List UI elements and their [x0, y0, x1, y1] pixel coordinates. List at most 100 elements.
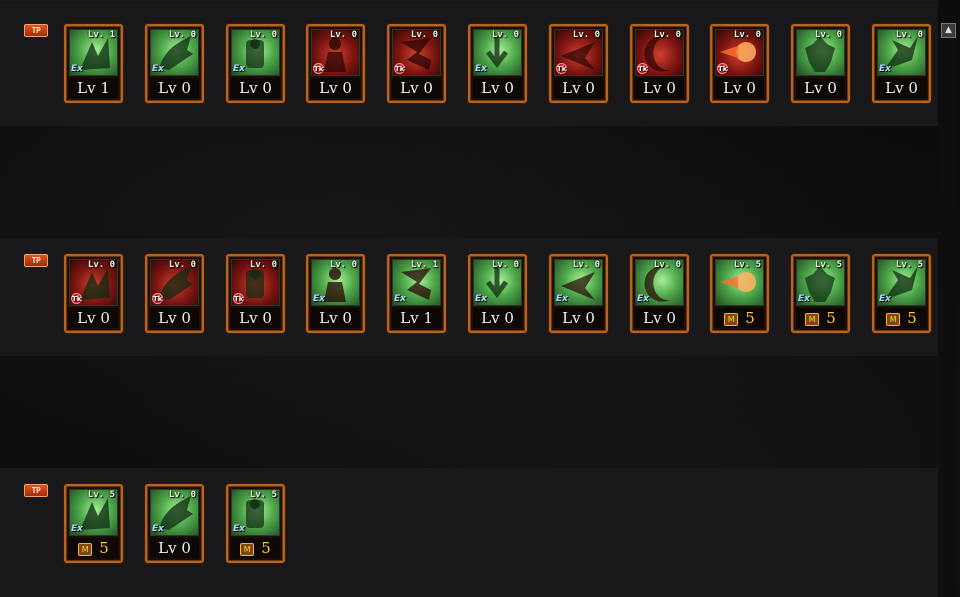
- skill-level-label: Lv 0: [473, 78, 522, 98]
- skill-level-label: Lv 0: [150, 538, 199, 558]
- skill-card[interactable]: Lv. 0 Tk Lv 0: [64, 254, 123, 333]
- skill-level-caption: Lv. 5: [733, 260, 761, 270]
- skill-card[interactable]: Lv. 0 Lv 0: [791, 24, 850, 103]
- ex-skill-burst-icon: Lv. 1 Ex: [69, 29, 118, 76]
- ex-badge-icon: Ex: [556, 294, 568, 304]
- skill-level-caption: Lv. 0: [168, 30, 196, 40]
- skill-card[interactable]: Lv. 0 Tk Lv 0: [306, 24, 365, 103]
- ex-skill-strike-icon: Lv. 0 Ex: [877, 29, 926, 76]
- skill-card[interactable]: Lv. 0 Ex Lv 0: [872, 24, 931, 103]
- skill-muscle-icon: Lv. 0: [796, 29, 845, 76]
- tk-badge-icon: Tk: [394, 63, 405, 74]
- skill-level-value: 5: [745, 309, 755, 327]
- skill-level-label: Lv 0: [554, 308, 603, 328]
- skill-level-label: Lv 0: [392, 78, 441, 98]
- skill-level-label: Lv 0: [69, 308, 118, 328]
- skill-card[interactable]: Lv. 0 Tk Lv 0: [630, 24, 689, 103]
- skill-card[interactable]: Lv. 0 Tk Lv 0: [387, 24, 446, 103]
- skill-level-caption: Lv. 0: [491, 260, 519, 270]
- ex-skill-drop-icon: Lv. 0 Ex: [473, 29, 522, 76]
- max-level-icon: M: [886, 313, 901, 326]
- skill-level-label: M5: [796, 308, 845, 328]
- skill-level-caption: Lv. 0: [87, 260, 115, 270]
- skill-card[interactable]: Lv. 0 Tk Lv 0: [710, 24, 769, 103]
- skill-level-caption: Lv. 0: [653, 30, 681, 40]
- skill-level-label: M5: [69, 538, 118, 558]
- tk-badge-icon: Tk: [233, 293, 244, 304]
- skill-level-caption: Lv. 1: [87, 30, 115, 40]
- tp-badge-row-3: TP: [24, 484, 48, 497]
- chevron-up-icon: ▲: [945, 25, 952, 35]
- skill-card[interactable]: Lv. 0 Ex Lv 0: [549, 254, 608, 333]
- skill-level-caption: Lv. 0: [249, 260, 277, 270]
- skill-level-label: Lv 0: [554, 78, 603, 98]
- skill-level-value: 5: [261, 539, 271, 557]
- skill-card[interactable]: Lv. 1 Ex Lv 1: [64, 24, 123, 103]
- skill-level-caption: Lv. 0: [572, 30, 600, 40]
- ex-badge-icon: Ex: [233, 524, 245, 534]
- skill-card[interactable]: Lv. 0 Tk Lv 0: [145, 254, 204, 333]
- skill-card[interactable]: Lv. 0 Ex Lv 0: [306, 254, 365, 333]
- ex-skill-fist-icon: Lv. 0 Ex: [150, 489, 199, 536]
- scrollbar-track[interactable]: [940, 22, 956, 597]
- skill-level-label: Lv 1: [392, 308, 441, 328]
- skill-level-label: M5: [877, 308, 926, 328]
- tp-badge-row-1: TP: [24, 24, 48, 37]
- skill-level-label: Lv 0: [150, 308, 199, 328]
- skill-level-label: Lv 0: [150, 78, 199, 98]
- ex-badge-icon: Ex: [637, 294, 649, 304]
- skill-level-caption: Lv. 0: [168, 260, 196, 270]
- skill-card[interactable]: Lv. 0 Ex Lv 0: [145, 24, 204, 103]
- skill-level-label: Lv 0: [311, 308, 360, 328]
- skill-row-3-band: [0, 468, 938, 597]
- skill-level-caption: Lv. 0: [653, 260, 681, 270]
- skill-level-caption: Lv. 5: [814, 260, 842, 270]
- skill-card[interactable]: Lv. 5 Ex M 5: [872, 254, 931, 333]
- ex-badge-icon: Ex: [879, 64, 891, 74]
- skill-card[interactable]: Lv. 5 Ex M 5: [64, 484, 123, 563]
- skill-card[interactable]: Lv. 0 Tk Lv 0: [226, 254, 285, 333]
- tk-badge-icon: Tk: [313, 63, 324, 74]
- skill-level-caption: Lv. 0: [733, 30, 761, 40]
- tk-skill-aura-icon: Lv. 0 Tk: [311, 29, 360, 76]
- ex-skill-bind-icon: Lv. 0 Ex: [554, 259, 603, 306]
- skill-card[interactable]: Lv. 0 Ex Lv 0: [145, 484, 204, 563]
- skill-card[interactable]: Lv. 0 Ex Lv 0: [630, 254, 689, 333]
- skill-card[interactable]: Lv. 0 Ex Lv 0: [468, 254, 527, 333]
- ex-badge-icon: Ex: [798, 294, 810, 304]
- skill-level-caption: Lv. 5: [895, 260, 923, 270]
- skill-level-caption: Lv. 0: [814, 30, 842, 40]
- tk-badge-icon: Tk: [71, 293, 82, 304]
- skill-level-value: 5: [826, 309, 836, 327]
- skill-level-label: Lv 0: [311, 78, 360, 98]
- skill-level-caption: Lv. 0: [895, 30, 923, 40]
- skill-card[interactable]: Lv. 1 Ex Lv 1: [387, 254, 446, 333]
- ex-skill-slash-icon: Lv. 5 Ex: [796, 259, 845, 306]
- ex-skill-spin-icon: Lv. 1 Ex: [392, 259, 441, 306]
- skill-card[interactable]: Lv. 0 Ex Lv 0: [226, 24, 285, 103]
- ex-skill-vortex-icon: Lv. 5 Ex: [877, 259, 926, 306]
- tk-skill-slide-icon: Lv. 0 Tk: [231, 259, 280, 306]
- skill-card[interactable]: Lv. 5 M5: [710, 254, 769, 333]
- max-level-icon: M: [724, 313, 739, 326]
- tk-skill-crescent-icon: Lv. 0 Tk: [635, 29, 684, 76]
- scroll-up-button[interactable]: ▲: [941, 23, 956, 38]
- skill-card[interactable]: Lv. 0 Ex Lv 0: [468, 24, 527, 103]
- skill-level-value: 5: [99, 539, 109, 557]
- skill-level-label: Lv 0: [635, 308, 684, 328]
- ex-skill-arrow-icon: Lv. 0 Ex: [311, 259, 360, 306]
- skill-level-label: Lv 0: [635, 78, 684, 98]
- skill-level-label: Lv 0: [877, 78, 926, 98]
- skill-card[interactable]: Lv. 5 Ex M 5: [226, 484, 285, 563]
- tk-badge-icon: Tk: [717, 63, 728, 74]
- ex-badge-icon: Ex: [879, 294, 891, 304]
- skill-level-caption: Lv. 0: [168, 490, 196, 500]
- skill-level-label: Lv 0: [796, 78, 845, 98]
- ex-badge-icon: Ex: [475, 294, 487, 304]
- tk-badge-icon: Tk: [556, 63, 567, 74]
- skill-card[interactable]: Lv. 0 Tk Lv 0: [549, 24, 608, 103]
- skill-card[interactable]: Lv. 5 Ex M 5: [791, 254, 850, 333]
- ex-skill-spike-icon: Lv. 5 Ex: [69, 489, 118, 536]
- ex-skill-spiral-icon: Lv. 5 Ex: [231, 489, 280, 536]
- skill-level-label: Lv 1: [69, 78, 118, 98]
